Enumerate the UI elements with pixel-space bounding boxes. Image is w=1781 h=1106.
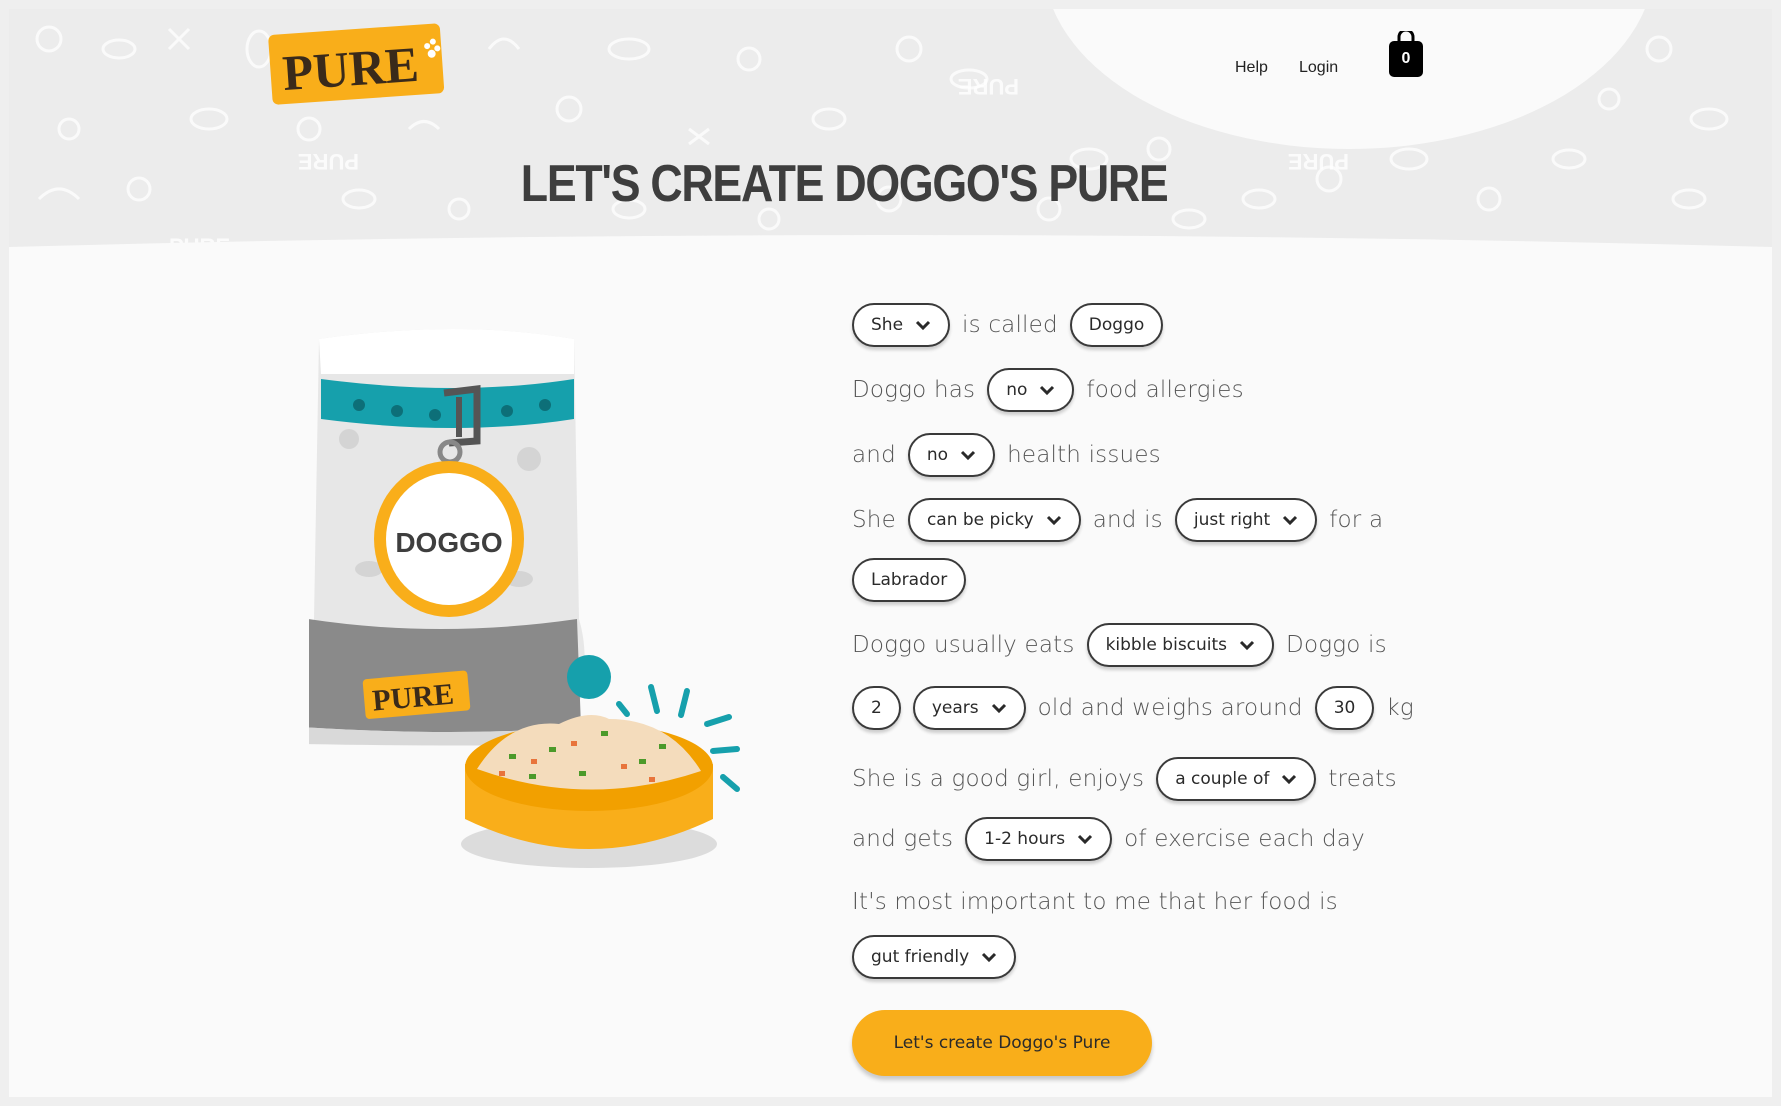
label-for-a: for a bbox=[1329, 507, 1384, 533]
food-bag-illustration: DOGGO PURE bbox=[309, 329, 740, 868]
cart-button[interactable]: 0 bbox=[1387, 28, 1425, 79]
label-usually-eats: Doggo usually eats bbox=[852, 632, 1075, 658]
pure-logo[interactable]: PURE bbox=[262, 17, 452, 105]
age-unit-select[interactable]: years bbox=[912, 686, 1026, 730]
svg-text:PURE: PURE bbox=[281, 36, 421, 101]
form-row-exercise: and gets 1-2 hours of exercise each day bbox=[852, 816, 1377, 862]
chevron-down-icon bbox=[1283, 515, 1298, 526]
form-row-name: She is called Doggo bbox=[852, 302, 1175, 348]
chevron-down-icon bbox=[1239, 640, 1255, 651]
allergies-select[interactable]: no bbox=[987, 368, 1075, 412]
label-and-is: and is bbox=[1092, 507, 1163, 533]
chevron-down-icon bbox=[991, 703, 1006, 714]
chevron-down-icon bbox=[915, 320, 931, 331]
dog-name-input[interactable]: Doggo bbox=[1069, 303, 1164, 347]
label-treats: treats bbox=[1328, 766, 1397, 792]
priority-select[interactable]: gut friendly bbox=[852, 935, 1017, 979]
page-frame: PURE PURE PURE PURE PURE PURE PURE Help … bbox=[9, 9, 1772, 1097]
chevron-down-icon bbox=[982, 952, 997, 963]
form-row-health: and no health issues bbox=[852, 432, 1173, 478]
label-and: and bbox=[852, 442, 896, 468]
form-row-allergies: Doggo has no food allergies bbox=[852, 367, 1256, 413]
treats-select[interactable]: a couple of bbox=[1156, 757, 1317, 801]
help-link[interactable]: Help bbox=[1235, 59, 1268, 77]
form-row-priority: gut friendly bbox=[852, 934, 1028, 980]
label-weighs-around: old and weighs around bbox=[1037, 695, 1303, 721]
current-food-select[interactable]: kibble biscuits bbox=[1086, 623, 1275, 667]
login-link[interactable]: Login bbox=[1299, 59, 1338, 77]
label-she: She bbox=[852, 507, 896, 533]
chevron-down-icon bbox=[961, 450, 976, 461]
exercise-select[interactable]: 1-2 hours bbox=[965, 817, 1113, 861]
label-food-allergies: food allergies bbox=[1086, 377, 1244, 403]
svg-text:PURE: PURE bbox=[958, 74, 1019, 99]
form-row-priority-label: It's most important to me that her food … bbox=[852, 879, 1350, 925]
form-row-picky: She can be picky and is just right for a bbox=[852, 497, 1395, 543]
breed-input[interactable]: Labrador bbox=[852, 558, 967, 602]
create-pure-button[interactable]: Let's create Doggo's Pure bbox=[852, 1010, 1152, 1076]
label-kg: kg bbox=[1386, 695, 1414, 721]
page-title: LET'S CREATE DOGGO'S PURE bbox=[520, 155, 1169, 213]
picky-select[interactable]: can be picky bbox=[907, 498, 1081, 542]
label-has: Doggo has bbox=[852, 377, 976, 403]
form-row-breed: Labrador bbox=[852, 557, 978, 603]
form-row-treats: She is a good girl, enjoys a couple of t… bbox=[852, 756, 1409, 802]
chevron-down-icon bbox=[1282, 774, 1297, 785]
label-health-issues: health issues bbox=[1007, 442, 1161, 468]
body-condition-select[interactable]: just right bbox=[1174, 498, 1318, 542]
health-select[interactable]: no bbox=[907, 433, 996, 477]
cart-count: 0 bbox=[1401, 50, 1411, 67]
form-row-food: Doggo usually eats kibble biscuits Doggo… bbox=[852, 622, 1399, 668]
chevron-down-icon bbox=[1078, 834, 1093, 845]
chevron-down-icon bbox=[1046, 515, 1061, 526]
label-good-girl: She is a good girl, enjoys bbox=[852, 766, 1145, 792]
label-is-called: is called bbox=[962, 312, 1058, 338]
weight-input[interactable]: 30 bbox=[1314, 686, 1375, 730]
chevron-down-icon bbox=[1040, 385, 1055, 396]
form-row-age-weight: 2 years old and weighs around 30 kg bbox=[852, 685, 1426, 731]
label-and-gets: and gets bbox=[852, 826, 954, 852]
label-most-important: It's most important to me that her food … bbox=[852, 889, 1338, 915]
age-input[interactable]: 2 bbox=[852, 686, 901, 730]
hero-curve bbox=[9, 235, 1772, 259]
label-doggo-is: Doggo is bbox=[1286, 632, 1387, 658]
label-exercise-each-day: of exercise each day bbox=[1124, 826, 1365, 852]
svg-text:DOGGO: DOGGO bbox=[395, 527, 502, 558]
pronoun-select[interactable]: She bbox=[852, 303, 951, 347]
